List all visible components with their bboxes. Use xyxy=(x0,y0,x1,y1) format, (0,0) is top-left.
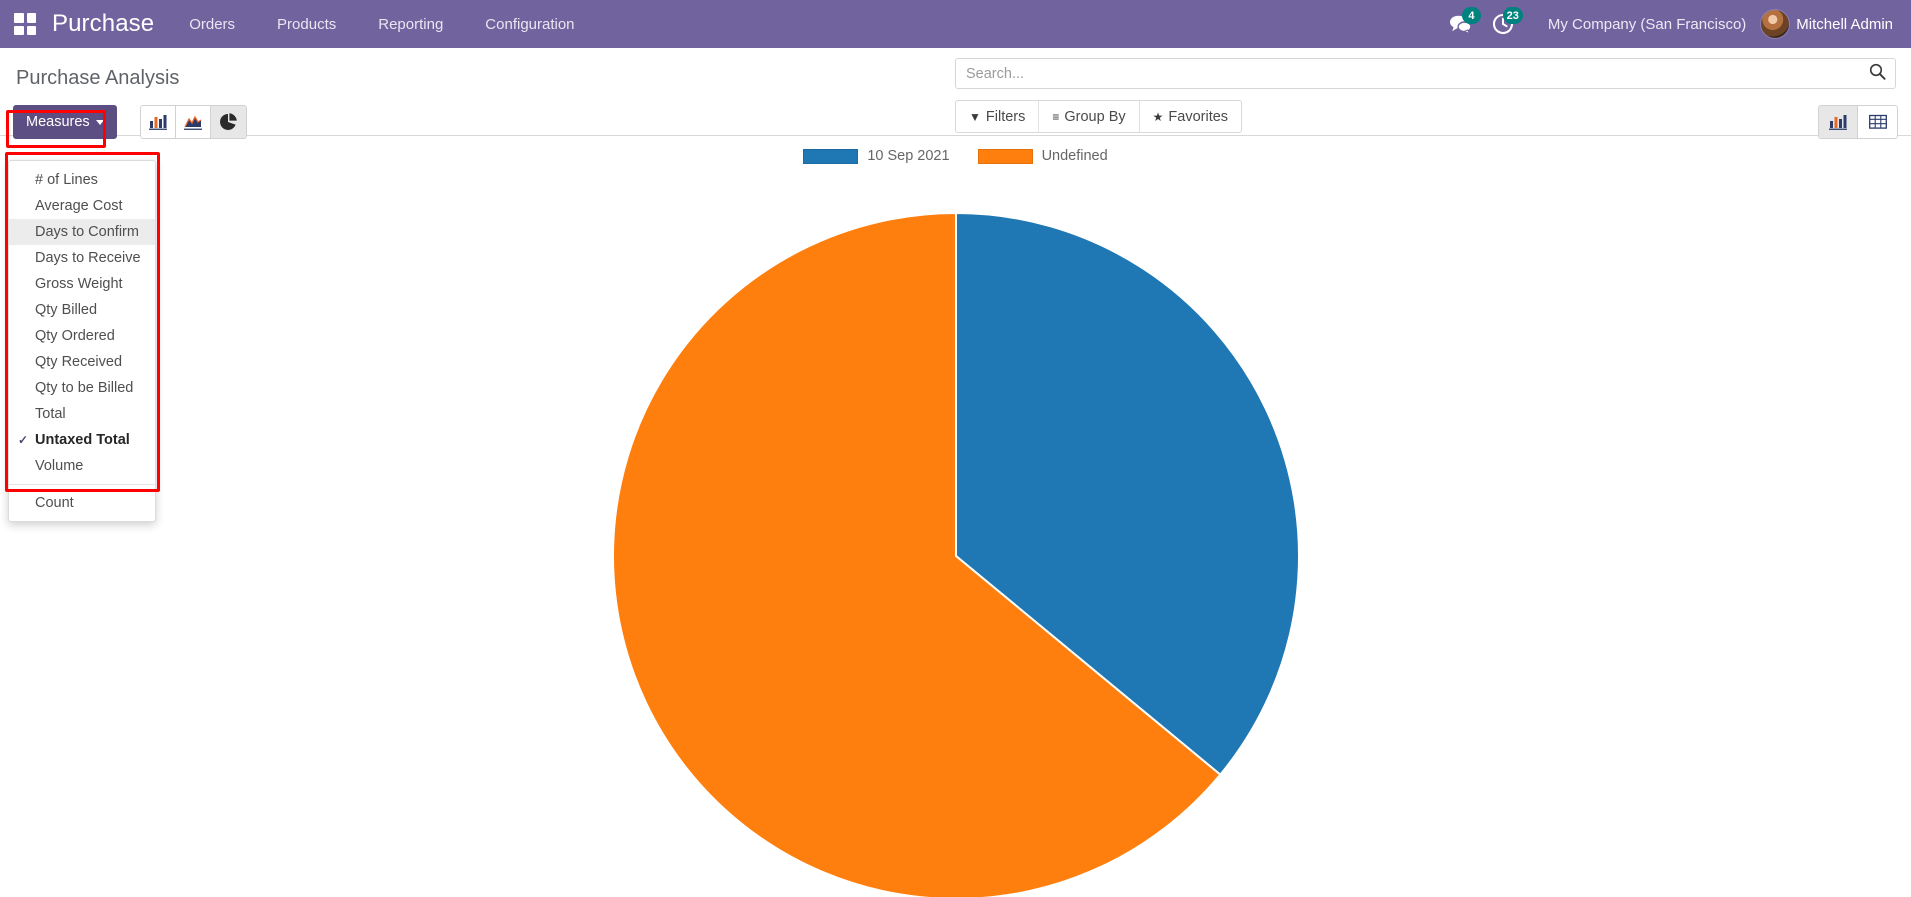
pie-chart-button[interactable] xyxy=(211,106,246,138)
graph-view-content: 10 Sep 2021Undefined xyxy=(0,136,1911,897)
graph-view-button[interactable] xyxy=(1819,106,1858,138)
search-panel: ▼ Filters ≡ Group By ★ Favorites xyxy=(955,58,1896,133)
search-input[interactable] xyxy=(956,59,1895,88)
measure-item[interactable]: Days to Confirm xyxy=(9,219,155,245)
avatar xyxy=(1760,9,1790,39)
bar-chart-button[interactable] xyxy=(141,106,176,138)
measure-item[interactable]: Days to Receive xyxy=(9,245,155,271)
pivot-table-icon xyxy=(1869,114,1887,130)
top-navbar: Purchase Orders Products Reporting Confi… xyxy=(0,0,1911,48)
measures-dropdown-menu[interactable]: # of LinesAverage CostDays to ConfirmDay… xyxy=(8,160,156,522)
pie-chart-canvas xyxy=(0,136,1911,897)
activities-button[interactable]: 23 xyxy=(1482,0,1524,48)
app-brand-purchase[interactable]: Purchase xyxy=(46,10,168,38)
pie-chart-icon xyxy=(219,113,237,131)
control-panel: Purchase Analysis Measures xyxy=(0,48,1911,136)
search-box[interactable] xyxy=(955,58,1896,89)
control-panel-buttons: Measures xyxy=(13,105,247,139)
graph-view-icon xyxy=(1829,114,1847,130)
group-by-button[interactable]: ≡ Group By xyxy=(1039,101,1139,132)
measure-item[interactable]: Count xyxy=(9,490,155,516)
main-menu: Orders Products Reporting Configuration xyxy=(168,0,595,48)
company-switcher[interactable]: My Company (San Francisco) xyxy=(1524,16,1760,33)
measure-item[interactable]: Qty to be Billed xyxy=(9,375,155,401)
pivot-view-button[interactable] xyxy=(1858,106,1897,138)
filters-button[interactable]: ▼ Filters xyxy=(956,101,1039,132)
hamburger-icon: ≡ xyxy=(1052,111,1059,123)
chevron-down-icon xyxy=(96,120,104,125)
apps-grid-icon[interactable] xyxy=(14,13,36,35)
menu-item-reporting[interactable]: Reporting xyxy=(357,0,464,48)
measure-item[interactable]: Qty Ordered xyxy=(9,323,155,349)
group-by-label: Group By xyxy=(1064,109,1125,125)
menu-separator xyxy=(9,484,155,485)
measure-item[interactable]: Total xyxy=(9,401,155,427)
filters-label: Filters xyxy=(986,109,1025,125)
measure-item[interactable]: Qty Billed xyxy=(9,297,155,323)
favorites-label: Favorites xyxy=(1168,109,1228,125)
messages-button[interactable]: 4 xyxy=(1440,0,1482,48)
pie-chart-svg[interactable] xyxy=(612,212,1302,897)
menu-item-configuration[interactable]: Configuration xyxy=(464,0,595,48)
measure-item[interactable]: Volume xyxy=(9,453,155,479)
user-menu[interactable]: Mitchell Admin xyxy=(1760,9,1899,39)
messages-count-badge: 4 xyxy=(1462,7,1481,24)
star-icon: ★ xyxy=(1153,111,1164,123)
measures-button-label: Measures xyxy=(26,114,90,130)
activities-count-badge: 23 xyxy=(1503,7,1523,24)
measure-item[interactable]: Qty Received xyxy=(9,349,155,375)
menu-item-products[interactable]: Products xyxy=(256,0,357,48)
bar-chart-icon xyxy=(149,114,167,130)
favorites-button[interactable]: ★ Favorites xyxy=(1140,101,1241,132)
navbar-right-group: 4 23 My Company (San Francisco) Mitchell… xyxy=(1440,0,1911,48)
measure-item[interactable]: # of Lines xyxy=(9,167,155,193)
menu-item-orders[interactable]: Orders xyxy=(168,0,256,48)
search-icon[interactable] xyxy=(1869,63,1886,85)
line-chart-button[interactable] xyxy=(176,106,211,138)
view-switcher xyxy=(1818,105,1898,139)
measure-item[interactable]: Average Cost xyxy=(9,193,155,219)
user-name-label: Mitchell Admin xyxy=(1790,16,1893,33)
measures-button[interactable]: Measures xyxy=(13,105,117,139)
line-chart-icon xyxy=(184,114,202,130)
measure-item[interactable]: Untaxed Total xyxy=(9,427,155,453)
breadcrumb: Purchase Analysis xyxy=(16,67,179,90)
funnel-icon: ▼ xyxy=(969,111,981,123)
search-facet-buttons: ▼ Filters ≡ Group By ★ Favorites xyxy=(955,100,1242,133)
measure-item[interactable]: Gross Weight xyxy=(9,271,155,297)
chart-type-switcher xyxy=(140,105,247,139)
